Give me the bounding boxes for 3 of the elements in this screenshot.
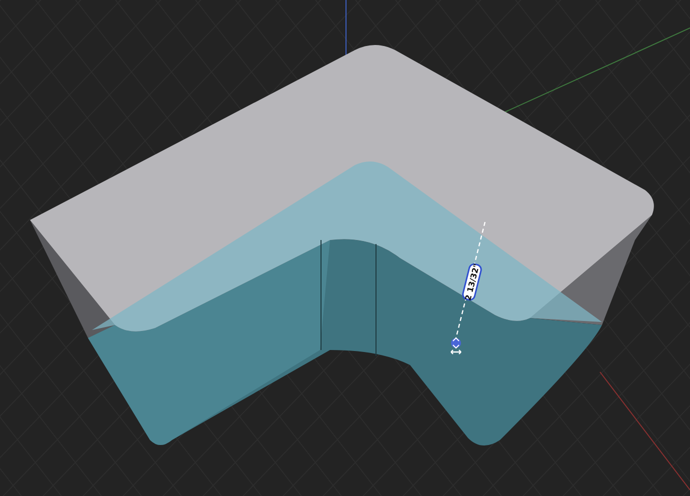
resize-arrow-icon[interactable]: [450, 349, 462, 355]
dimension-label[interactable]: 2 13/32": [461, 262, 483, 302]
move-handle-icon[interactable]: [451, 337, 461, 349]
